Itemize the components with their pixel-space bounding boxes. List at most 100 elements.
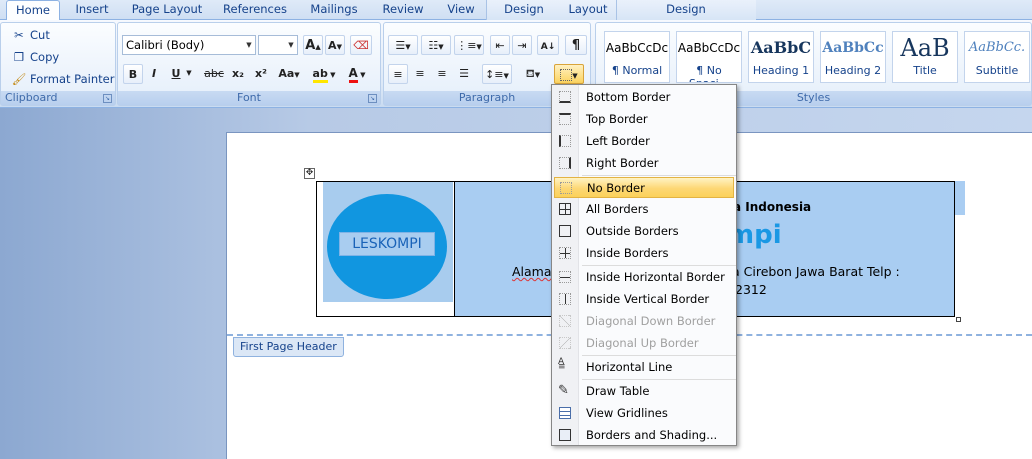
style-no-spacing[interactable]: AaBbCcDc ¶ No Spaci... <box>676 31 742 83</box>
sort-button[interactable]: A↓ <box>537 35 559 55</box>
table-resize-handle-icon[interactable] <box>956 317 961 322</box>
menu-item-bottom-border[interactable]: Bottom Border <box>554 87 734 108</box>
menu-item-top-border[interactable]: Top Border <box>554 109 734 130</box>
underline-button[interactable]: U <box>167 64 185 84</box>
style-title[interactable]: AaB Title <box>892 31 958 83</box>
menu-item-right-border[interactable]: Right Border <box>554 153 734 174</box>
font-color-button[interactable]: A ▼ <box>342 64 372 84</box>
menu-item-diagonal-down-border[interactable]: Diagonal Down Border <box>554 311 734 332</box>
menu-item-borders-and-shading[interactable]: Borders and Shading... <box>554 425 734 446</box>
shrink-font-button[interactable]: A▼ <box>325 35 345 55</box>
logo-cell[interactable]: LESKOMPI <box>317 182 455 316</box>
shading-button[interactable]: ⛾▼ <box>518 64 548 84</box>
font-name-value: Calibri (Body) <box>126 38 205 52</box>
numbered-list-icon: ☷ <box>428 39 439 52</box>
style-sample: AaBbC <box>750 38 812 57</box>
font-launcher-icon[interactable]: ↘ <box>368 94 377 103</box>
chevron-down-icon[interactable]: ▼ <box>243 36 255 54</box>
bullets-button[interactable]: ☰▼ <box>388 35 418 55</box>
align-right-icon: ≡ <box>437 67 447 80</box>
italic-button[interactable]: I <box>145 64 163 84</box>
decrease-indent-button[interactable]: ⇤ <box>490 35 510 55</box>
menu-item-label: View Gridlines <box>586 406 668 420</box>
numbering-button[interactable]: ☷▼ <box>421 35 451 55</box>
eraser-icon: ⌫ <box>353 39 369 52</box>
clear-formatting-button[interactable]: ⌫ <box>350 35 372 55</box>
line-spacing-button[interactable]: ↕≡▼ <box>482 64 512 84</box>
menu-item-label: Top Border <box>586 112 648 126</box>
copy-button[interactable]: ❐ Copy <box>11 48 59 67</box>
menu-separator <box>582 379 736 380</box>
tab-insert[interactable]: Insert <box>66 0 118 20</box>
menu-item-label: Inside Borders <box>586 246 669 260</box>
menu-item-inside-horizontal-border[interactable]: Inside Horizontal Border <box>554 267 734 288</box>
all-borders-icon <box>558 202 573 217</box>
info-address-right: a Cirebon Jawa Barat Telp : <box>732 264 900 279</box>
info-address-left: Alamat <box>512 264 557 279</box>
borders-button[interactable]: ▼ <box>554 64 584 84</box>
menu-item-label: Inside Vertical Border <box>586 292 710 306</box>
menu-item-diagonal-up-border[interactable]: Diagonal Up Border <box>554 333 734 354</box>
chevron-down-icon[interactable]: ▼ <box>285 36 297 54</box>
table-overflow-shading <box>955 181 965 215</box>
bold-button[interactable]: B <box>123 64 143 84</box>
menu-item-left-border[interactable]: Left Border <box>554 131 734 152</box>
subscript-button[interactable]: x₂ <box>228 64 248 84</box>
format-painter-button[interactable]: 🖌 Format Painter <box>11 70 115 89</box>
menu-item-view-gridlines[interactable]: View Gridlines <box>554 403 734 424</box>
justify-button[interactable]: ☰ <box>454 64 474 84</box>
multilevel-list-button[interactable]: ⋮≡▼ <box>454 35 484 55</box>
tab-review[interactable]: Review <box>374 0 432 20</box>
align-left-button[interactable]: ≡ <box>388 64 408 84</box>
font-group-label: Font <box>118 91 380 105</box>
show-formatting-button[interactable]: ¶ <box>565 35 587 55</box>
tab-view[interactable]: View <box>440 0 482 20</box>
grow-font-button[interactable]: A▲ <box>303 35 323 55</box>
menu-item-draw-table[interactable]: ✎ Draw Table <box>554 381 734 402</box>
cut-button[interactable]: ✂ Cut <box>11 26 50 45</box>
ribbon-tab-bar: Home Insert Page Layout References Maili… <box>0 0 1032 21</box>
align-center-icon: ≡ <box>415 67 425 80</box>
tab-header-design[interactable]: Design <box>656 0 716 20</box>
font-name-combo[interactable]: Calibri (Body) ▼ <box>122 35 256 55</box>
style-subtitle[interactable]: AaBbCc. Subtitle <box>964 31 1030 83</box>
highlight-button[interactable]: ab ▼ <box>310 64 338 84</box>
tab-mailings[interactable]: Mailings <box>302 0 366 20</box>
align-right-button[interactable]: ≡ <box>432 64 452 84</box>
style-heading-2[interactable]: AaBbCc Heading 2 <box>820 31 886 83</box>
style-name: ¶ No Spaci... <box>689 64 729 82</box>
style-sample: AaBbCcDc <box>677 41 741 55</box>
style-normal[interactable]: AaBbCcDc ¶ Normal <box>604 31 670 83</box>
table-move-handle-icon[interactable]: ✥ <box>304 168 315 179</box>
tab-references[interactable]: References <box>216 0 294 20</box>
menu-item-label: Borders and Shading... <box>586 428 718 442</box>
font-size-combo[interactable]: ▼ <box>258 35 298 55</box>
tab-home[interactable]: Home <box>6 0 60 21</box>
superscript-button[interactable]: x² <box>251 64 271 84</box>
logo-circle[interactable]: LESKOMPI <box>327 194 447 299</box>
chevron-down-icon[interactable]: ▼ <box>184 64 194 84</box>
style-name: Heading 2 <box>824 64 882 77</box>
tab-table-design[interactable]: Design <box>496 0 552 20</box>
tab-page-layout[interactable]: Page Layout <box>126 0 208 20</box>
menu-item-horizontal-line[interactable]: A ≡ Horizontal Line <box>554 357 734 378</box>
scissors-icon: ✂ <box>14 28 24 42</box>
borders-dropdown-menu: Bottom Border Top Border Left Border Rig… <box>551 84 737 446</box>
shrink-font-icon: A <box>328 39 337 52</box>
align-center-button[interactable]: ≡ <box>410 64 430 84</box>
style-heading-1[interactable]: AaBbC Heading 1 <box>748 31 814 83</box>
outside-borders-icon <box>558 224 573 239</box>
menu-item-inside-borders[interactable]: Inside Borders <box>554 243 734 264</box>
clipboard-launcher-icon[interactable]: ↘ <box>103 94 112 103</box>
menu-separator <box>582 265 736 266</box>
menu-item-all-borders[interactable]: All Borders <box>554 199 734 220</box>
inside-borders-icon <box>558 246 573 261</box>
increase-indent-button[interactable]: ⇥ <box>512 35 532 55</box>
menu-item-no-border[interactable]: No Border <box>554 177 734 198</box>
strikethrough-button[interactable]: abc <box>202 64 226 84</box>
tab-table-layout[interactable]: Layout <box>560 0 616 20</box>
menu-item-outside-borders[interactable]: Outside Borders <box>554 221 734 242</box>
change-case-button[interactable]: Aa▼ <box>276 64 302 84</box>
style-sample: AaBbCc. <box>968 40 1026 55</box>
menu-item-inside-vertical-border[interactable]: Inside Vertical Border <box>554 289 734 310</box>
